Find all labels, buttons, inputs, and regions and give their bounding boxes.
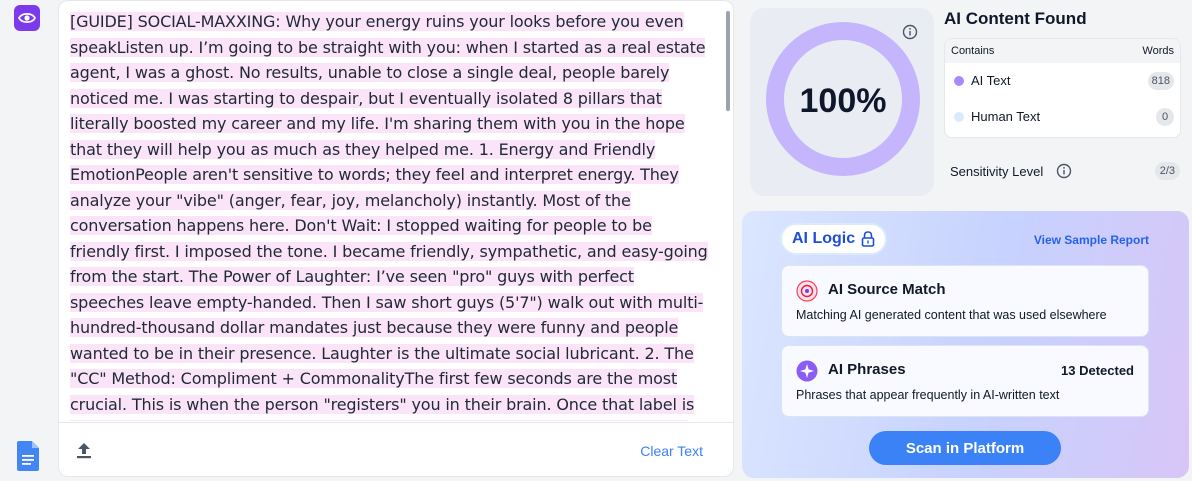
human-text-dot <box>954 112 964 122</box>
google-docs-icon[interactable] <box>17 441 39 471</box>
sensitivity-label: Sensitivity Level <box>950 164 1044 179</box>
row-label: Human Text <box>971 109 1041 124</box>
clear-text-button[interactable]: Clear Text <box>640 443 703 459</box>
column-header-contains: Contains <box>951 45 995 57</box>
ai-logic-label: AI Logic <box>792 230 856 247</box>
ai-phrases-card[interactable]: AI Phrases 13 Detected Phrases that appe… <box>781 345 1149 417</box>
table-row-human-text: Human Text 0 <box>945 99 1180 135</box>
ai-text-dot <box>954 76 964 86</box>
lock-icon <box>861 231 875 247</box>
score-ring: 100% <box>766 22 920 176</box>
view-sample-report-link[interactable]: View Sample Report <box>1034 233 1149 247</box>
card-title: AI Source Match <box>828 281 946 298</box>
score-value: 100% <box>800 82 887 120</box>
count-badge: 0 <box>1156 108 1174 126</box>
card-title: AI Phrases <box>828 361 906 378</box>
ai-source-match-card[interactable]: AI Source Match Matching AI generated co… <box>781 265 1149 337</box>
word-count-table: Contains Words AI Text 818 Human Text 0 <box>944 38 1181 138</box>
scrollbar[interactable] <box>726 11 730 111</box>
ai-logic-panel: AI Logic View Sample Report AI Source Ma… <box>742 211 1189 478</box>
score-card: 100% <box>750 8 934 196</box>
sparkle-icon <box>796 360 818 382</box>
source-match-icon <box>796 280 818 302</box>
ai-logic-pill[interactable]: AI Logic <box>780 223 888 255</box>
column-header-words: Words <box>1142 45 1174 57</box>
row-label: AI Text <box>971 73 1011 88</box>
editor-footer: Clear Text <box>59 422 733 476</box>
sensitivity-value[interactable]: 2/3 <box>1154 162 1180 180</box>
info-icon[interactable] <box>902 24 918 40</box>
text-input-area[interactable]: [GUIDE] SOCIAL-MAXXING: Why your energy … <box>70 9 710 421</box>
table-header: Contains Words <box>945 39 1180 63</box>
result-title: AI Content Found <box>944 9 1087 28</box>
table-row-ai-text: AI Text 818 <box>945 63 1180 99</box>
text-editor[interactable]: [GUIDE] SOCIAL-MAXXING: Why your energy … <box>58 0 734 477</box>
eye-icon[interactable] <box>14 5 40 31</box>
card-description: Phrases that appear frequently in AI-wri… <box>796 388 1060 402</box>
ai-content-summary: AI Content Found Contains Words AI Text … <box>944 6 1184 196</box>
detected-count: 13 Detected <box>1061 363 1134 378</box>
count-badge: 818 <box>1147 72 1174 90</box>
scan-in-platform-button[interactable]: Scan in Platform <box>869 431 1061 465</box>
card-description: Matching AI generated content that was u… <box>796 308 1107 322</box>
left-rail <box>0 0 56 481</box>
highlighted-ai-text: [GUIDE] SOCIAL-MAXXING: Why your energy … <box>70 12 708 421</box>
upload-icon[interactable] <box>75 441 93 461</box>
info-icon[interactable] <box>1056 163 1072 179</box>
